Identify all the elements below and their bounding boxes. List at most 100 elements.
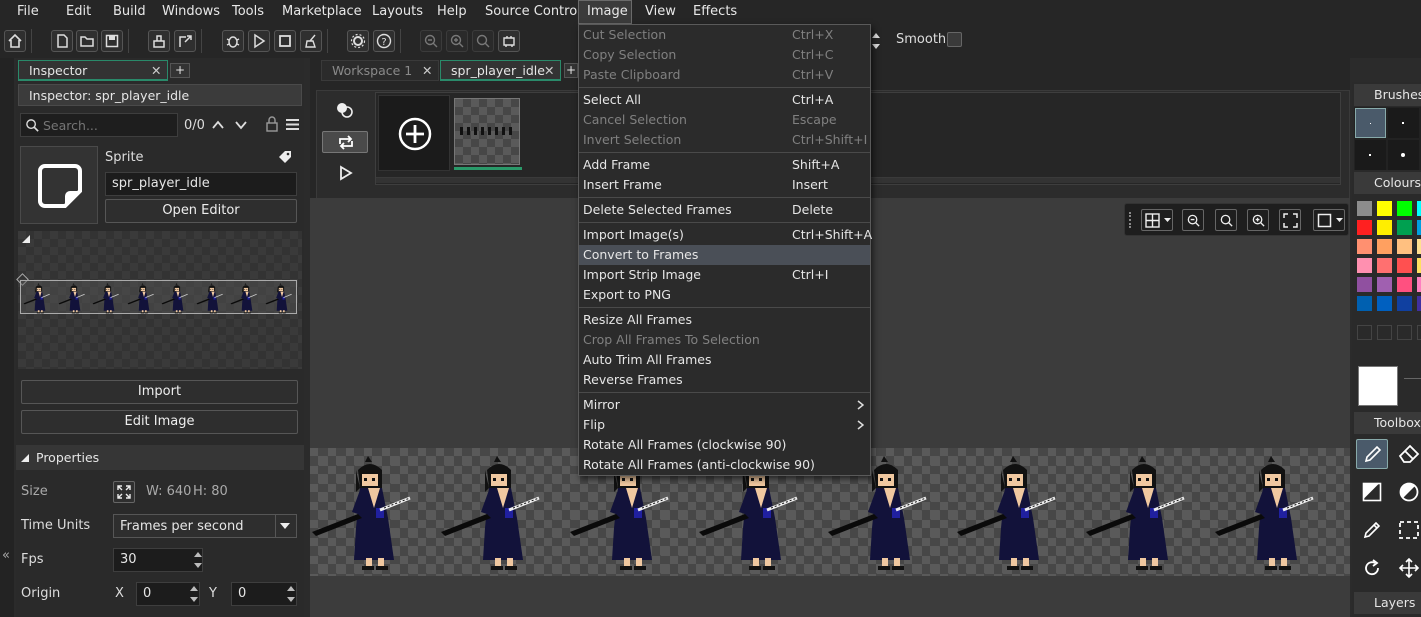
onion-skin-icon[interactable] bbox=[335, 101, 355, 119]
play-icon[interactable] bbox=[339, 165, 353, 181]
menu-item-delete-selected-frames[interactable]: Delete Selected Frames Delete bbox=[579, 200, 870, 220]
menu-file[interactable]: File bbox=[9, 0, 47, 24]
colour-swatch[interactable] bbox=[1417, 201, 1421, 216]
left-dock-collapse[interactable]: « bbox=[0, 58, 14, 617]
debug-icon[interactable] bbox=[222, 30, 244, 52]
tab-workspace-1[interactable]: Workspace 1 ✕ bbox=[321, 60, 439, 81]
menu-item-reverse-frames[interactable]: Reverse Frames bbox=[579, 370, 870, 390]
close-icon[interactable]: ✕ bbox=[151, 61, 161, 81]
menu-item-paste-clipboard[interactable]: Paste Clipboard Ctrl+V bbox=[579, 65, 870, 85]
settings-icon[interactable] bbox=[347, 30, 369, 52]
colour-swatch[interactable] bbox=[1357, 296, 1372, 311]
clean-icon[interactable] bbox=[148, 30, 170, 52]
stepper-icon[interactable] bbox=[287, 584, 295, 604]
pencil-tool[interactable] bbox=[1356, 439, 1388, 469]
menu-layouts[interactable]: Layouts bbox=[364, 0, 431, 24]
properties-header[interactable]: Properties bbox=[16, 445, 304, 470]
tab-spr-player-idle[interactable]: spr_player_idle ✕ bbox=[440, 60, 561, 81]
menu-item-resize-all-frames[interactable]: Resize All Frames bbox=[579, 310, 870, 330]
add-frame-button[interactable] bbox=[378, 95, 450, 171]
selection-tool[interactable] bbox=[1394, 515, 1421, 545]
menu-help[interactable]: Help bbox=[429, 0, 475, 24]
tab-inspector[interactable]: Inspector ✕ bbox=[18, 60, 168, 81]
gamepad-icon[interactable] bbox=[498, 30, 520, 52]
rotate-tool[interactable] bbox=[1356, 553, 1388, 583]
menu-image[interactable]: Image bbox=[578, 0, 632, 24]
new-file-icon[interactable] bbox=[51, 30, 73, 52]
colour-swatch[interactable] bbox=[1417, 277, 1421, 292]
menu-marketplace[interactable]: Marketplace bbox=[274, 0, 370, 24]
open-folder-icon[interactable] bbox=[76, 30, 98, 52]
search-box[interactable] bbox=[20, 113, 178, 137]
colours-header[interactable]: Colours bbox=[1354, 172, 1421, 194]
colour-swatch[interactable] bbox=[1397, 220, 1412, 235]
search-input[interactable] bbox=[43, 116, 173, 134]
close-icon[interactable]: ✕ bbox=[422, 61, 432, 81]
brushes-header[interactable]: Brushes bbox=[1354, 84, 1421, 106]
menu-item-export-to-png[interactable]: Export to PNG bbox=[579, 285, 870, 305]
current-colour-swatch[interactable] bbox=[1358, 366, 1398, 406]
menu-item-rotate-all-frames-clockwise-90[interactable]: Rotate All Frames (clockwise 90) bbox=[579, 435, 870, 455]
menu-item-add-frame[interactable]: Add Frame Shift+A bbox=[579, 155, 870, 175]
colour-swatch[interactable] bbox=[1397, 239, 1412, 254]
stepper-icon[interactable] bbox=[194, 550, 202, 570]
stop-icon[interactable] bbox=[274, 30, 296, 52]
menu-item-cut-selection[interactable]: Cut Selection Ctrl+X bbox=[579, 25, 870, 45]
brush-size-2[interactable] bbox=[1388, 108, 1419, 138]
colour-swatch[interactable] bbox=[1357, 201, 1372, 216]
sprite-thumbnail[interactable] bbox=[20, 146, 98, 224]
zoom-in-icon[interactable] bbox=[446, 30, 468, 52]
run-icon[interactable] bbox=[248, 30, 270, 52]
menu-item-import-image-s[interactable]: Import Image(s) Ctrl+Shift+A bbox=[579, 225, 872, 245]
import-button[interactable]: Import bbox=[21, 380, 298, 404]
menu-item-copy-selection[interactable]: Copy Selection Ctrl+C bbox=[579, 45, 870, 65]
menu-item-import-strip-image[interactable]: Import Strip Image Ctrl+I bbox=[579, 265, 870, 285]
tag-icon[interactable] bbox=[278, 150, 292, 164]
background-toggle[interactable] bbox=[1313, 209, 1345, 231]
colour-swatch[interactable] bbox=[1357, 258, 1372, 273]
menu-edit[interactable]: Edit bbox=[58, 0, 99, 24]
menu-build[interactable]: Build bbox=[105, 0, 154, 24]
menu-item-mirror[interactable]: Mirror bbox=[579, 395, 870, 415]
colour-swatch[interactable] bbox=[1377, 201, 1392, 216]
colour-swatch[interactable] bbox=[1397, 258, 1412, 273]
frame-thumbnail[interactable] bbox=[454, 98, 520, 165]
brush-size-3[interactable] bbox=[1355, 140, 1386, 170]
resize-button[interactable] bbox=[113, 481, 135, 503]
fill-ellipse-tool[interactable] bbox=[1394, 477, 1421, 507]
drag-handle-icon[interactable] bbox=[1129, 212, 1131, 228]
time-units-select[interactable]: Frames per second bbox=[113, 514, 297, 538]
add-tab-button[interactable]: + bbox=[564, 63, 578, 78]
home-icon[interactable] bbox=[4, 30, 26, 52]
colour-swatch[interactable] bbox=[1397, 277, 1412, 292]
close-icon[interactable]: ✕ bbox=[544, 61, 554, 81]
colour-swatch[interactable] bbox=[1417, 258, 1421, 273]
colour-swatch[interactable] bbox=[1417, 296, 1421, 311]
colour-swatch[interactable] bbox=[1417, 239, 1421, 254]
fit-view-button[interactable] bbox=[1279, 209, 1301, 231]
colour-swatch[interactable] bbox=[1357, 239, 1372, 254]
menu-item-auto-trim-all-frames[interactable]: Auto Trim All Frames bbox=[579, 350, 870, 370]
zoom-out-icon[interactable] bbox=[420, 30, 442, 52]
zoom-in-button[interactable] bbox=[1247, 209, 1269, 231]
edit-image-button[interactable]: Edit Image bbox=[21, 410, 298, 434]
menu-effects[interactable]: Effects bbox=[685, 0, 745, 24]
zoom-reset-icon[interactable] bbox=[472, 30, 494, 52]
zoom-out-button[interactable] bbox=[1182, 209, 1204, 231]
smooth-checkbox[interactable] bbox=[947, 32, 962, 47]
eyedropper-tool[interactable] bbox=[1356, 515, 1388, 545]
sprite-strip[interactable] bbox=[20, 280, 297, 314]
colour-swatch[interactable] bbox=[1417, 220, 1421, 235]
colour-swatch[interactable] bbox=[1357, 220, 1372, 235]
lock-icon[interactable] bbox=[265, 116, 279, 133]
menu-view[interactable]: View bbox=[637, 0, 684, 24]
spinner-arrows-icon[interactable] bbox=[872, 30, 880, 52]
colour-swatch[interactable] bbox=[1377, 220, 1392, 235]
menu-item-insert-frame[interactable]: Insert Frame Insert bbox=[579, 175, 870, 195]
colour-swatch[interactable] bbox=[1397, 201, 1412, 216]
stepper-icon[interactable] bbox=[190, 584, 198, 604]
help-icon[interactable]: ? bbox=[373, 30, 395, 52]
hamburger-menu-icon[interactable] bbox=[285, 118, 300, 131]
menu-item-convert-to-frames[interactable]: Convert to Frames bbox=[579, 245, 870, 265]
chevron-up-icon[interactable] bbox=[211, 118, 225, 132]
